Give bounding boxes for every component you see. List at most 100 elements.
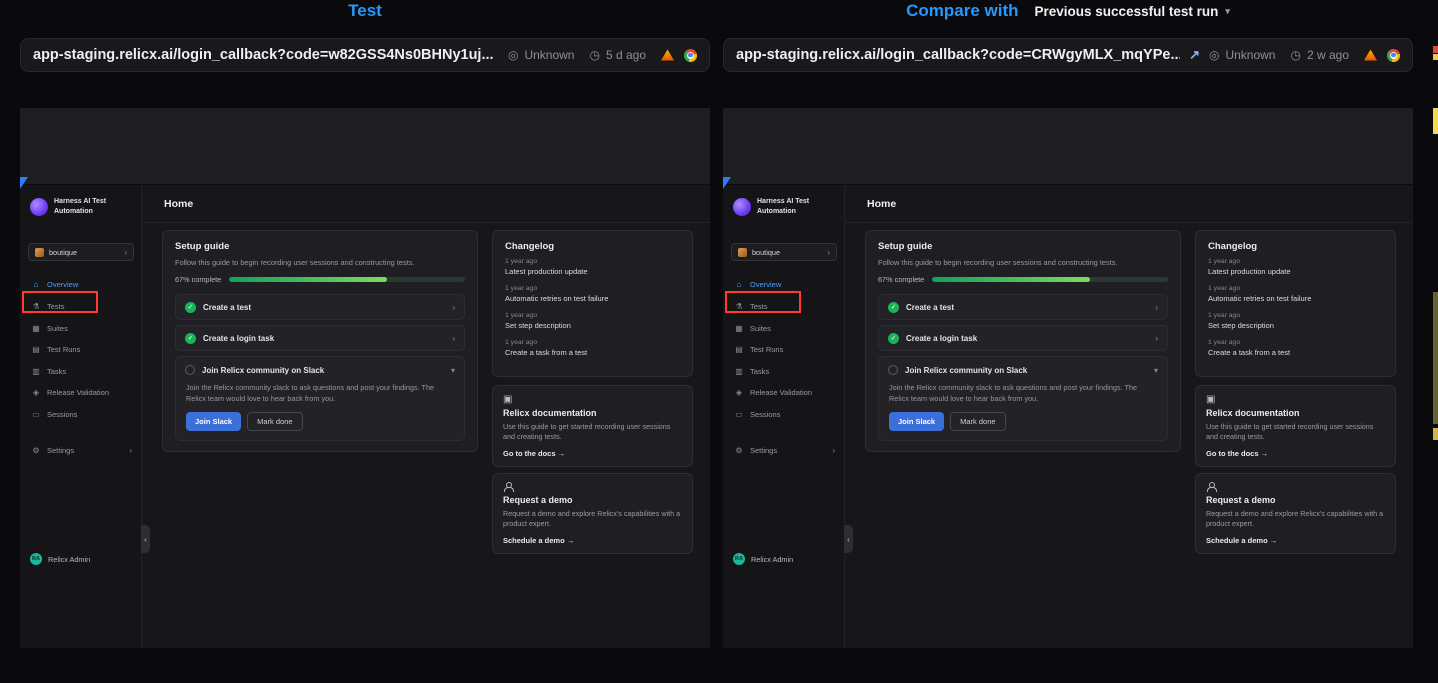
changelog-title: Changelog [1208,241,1383,252]
capture-top-band [20,108,710,184]
sidebar-item-settings[interactable]: ⚙ Settings › [723,440,844,460]
sidebar-collapse-handle[interactable]: ‹ [844,525,853,553]
compare-url-meta: ◎ Unknown ◷ 2 w ago [1209,48,1400,62]
sidebar-item-tests[interactable]: ⚗ Tests [20,296,141,316]
minimap-mark [1433,428,1438,440]
sidebar-item-sessions[interactable]: ▭ Sessions [723,404,844,424]
external-link-icon[interactable]: ↗ [1189,47,1200,63]
chevron-right-icon: › [452,303,455,312]
sidebar-item-settings[interactable]: ⚙ Settings › [20,440,141,460]
changelog-entry[interactable]: 1 year ago Latest production update [1208,258,1383,276]
setup-item-join-slack[interactable]: Join Relicx community on Slack ▾ [176,357,464,383]
user-name: Relicx Admin [48,555,90,564]
slack-description: Join the Relicx community slack to ask q… [176,383,464,404]
chevron-down-icon: ▾ [1225,6,1230,17]
sidebar-item-suites[interactable]: ▦ Suites [723,318,844,338]
sidebar-item-tasks[interactable]: ▥ Tasks [20,361,141,381]
sidebar-item-suites[interactable]: ▦ Suites [20,318,141,338]
test-url-bar[interactable]: app-staging.relicx.ai/login_callback?cod… [20,38,710,72]
minimap-mark [1433,54,1438,60]
chevron-right-icon: › [1155,334,1158,343]
sidebar-item-tasks[interactable]: ▥ Tasks [723,361,844,381]
schedule-demo-link[interactable]: Schedule a demo → [1206,536,1385,545]
compare-header: Compare with Previous successful test ru… [723,1,1413,21]
changelog-text: Create a task from a test [505,348,680,357]
sidebar-item-label: Tests [47,302,65,311]
compare-screenshot-panel: Harness AI Test Automation boutique › ⌂ … [723,108,1413,648]
changelog-entry[interactable]: 1 year ago Automatic retries on test fai… [505,285,680,303]
setup-item-create-login-task[interactable]: ✓ Create a login task › [878,325,1168,351]
brand-line2: Automation [54,207,106,217]
sidebar-item-label: Tests [750,302,768,311]
mark-done-button[interactable]: Mark done [950,412,1005,431]
request-demo-card: Request a demo Request a demo and explor… [492,473,693,554]
sidebar-item-label: Sessions [47,410,77,419]
changelog-entry[interactable]: 1 year ago Automatic retries on test fai… [1208,285,1383,303]
brand: Harness AI Test Automation [30,197,106,217]
join-slack-button[interactable]: Join Slack [889,412,944,431]
sidebar-item-test-runs[interactable]: ▤ Test Runs [20,339,141,359]
setup-guide-subtitle: Follow this guide to begin recording use… [878,258,1168,268]
sidebar-item-label: Suites [750,324,771,333]
chrome-browser-icon [684,49,697,62]
changelog-entry[interactable]: 1 year ago Create a task from a test [505,339,680,357]
unchecked-icon [888,365,898,375]
user-account[interactable]: RA Relicx Admin [733,553,793,565]
project-selector[interactable]: boutique › [28,243,134,261]
changelog-entry[interactable]: 1 year ago Create a task from a test [1208,339,1383,357]
user-name: Relicx Admin [751,555,793,564]
sidebar-item-test-runs[interactable]: ▤ Test Runs [723,339,844,359]
home-icon: ⌂ [31,280,41,289]
left-panel-title: Test [20,1,710,21]
person-icon [503,482,513,492]
changelog-entry[interactable]: 1 year ago Set step description [1208,312,1383,330]
go-to-docs-link[interactable]: Go to the docs → [1206,449,1385,458]
compare-run-dropdown[interactable]: Previous successful test run ▾ [1035,4,1230,19]
setup-item-label: Create a login task [906,334,977,343]
setup-item-label: Create a test [906,303,954,312]
tasks-icon: ▥ [734,367,744,376]
user-account[interactable]: RA Relicx Admin [30,553,90,565]
setup-item-create-test[interactable]: ✓ Create a test › [878,294,1168,320]
schedule-demo-link[interactable]: Schedule a demo → [503,536,682,545]
changelog-card: Changelog 1 year ago Latest production u… [1195,230,1396,377]
docs-text: Use this guide to get started recording … [503,422,682,443]
sidebar-item-release-validation[interactable]: ◈ Release Validation [723,382,844,402]
changelog-entry[interactable]: 1 year ago Latest production update [505,258,680,276]
sidebar: Harness AI Test Automation boutique › ⌂ … [20,185,142,648]
project-selector[interactable]: boutique › [731,243,837,261]
harness-logo-icon [30,198,48,216]
sidebar-item-release-validation[interactable]: ◈ Release Validation [20,382,141,402]
sidebar-item-label: Release Validation [47,388,109,397]
sidebar-item-sessions[interactable]: ▭ Sessions [20,404,141,424]
compare-url[interactable]: app-staging.relicx.ai/login_callback?cod… [736,47,1180,63]
test-url[interactable]: app-staging.relicx.ai/login_callback?cod… [33,47,494,63]
slack-buttons: Join Slack Mark done [176,412,464,431]
sidebar-item-label: Overview [750,280,781,289]
setup-item-join-slack[interactable]: Join Relicx community on Slack ▾ [879,357,1167,383]
sidebar-item-tests[interactable]: ⚗ Tests [723,296,844,316]
sidebar-item-overview[interactable]: ⌂ Overview [723,274,844,294]
setup-item-create-test[interactable]: ✓ Create a test › [175,294,465,320]
mark-done-button[interactable]: Mark done [247,412,302,431]
project-name: boutique [752,248,780,257]
chevron-right-icon: › [129,446,132,455]
changelog-text: Latest production update [505,267,680,276]
join-slack-button[interactable]: Join Slack [186,412,241,431]
flask-icon: ⚗ [31,302,41,311]
flask-icon: ⚗ [734,302,744,311]
sidebar-item-overview[interactable]: ⌂ Overview [20,274,141,294]
compare-url-bar[interactable]: app-staging.relicx.ai/login_callback?cod… [723,38,1413,72]
harness-logo-icon [733,198,751,216]
list-icon: ▤ [31,345,41,354]
setup-item-create-login-task[interactable]: ✓ Create a login task › [175,325,465,351]
diff-minimap-scrollbar[interactable] [1433,0,1438,683]
go-to-docs-link[interactable]: Go to the docs → [503,449,682,458]
changelog-entry[interactable]: 1 year ago Set step description [505,312,680,330]
brand-line1: Harness AI Test [757,197,809,207]
docs-text: Use this guide to get started recording … [1206,422,1385,443]
sidebar-collapse-handle[interactable]: ‹ [141,525,150,553]
setup-progress: 67% complete [878,275,1168,284]
changelog-text: Automatic retries on test failure [1208,294,1383,303]
collapse-icon: ‹ [144,535,147,544]
